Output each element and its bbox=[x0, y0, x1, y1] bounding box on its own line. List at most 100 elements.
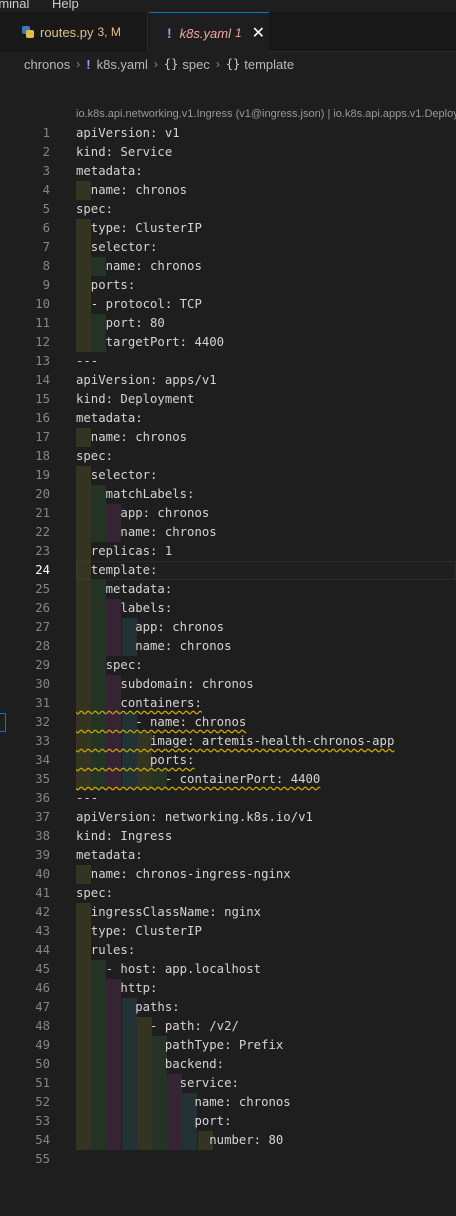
breadcrumb-spec[interactable]: spec bbox=[182, 57, 209, 72]
python-file-icon bbox=[22, 26, 34, 38]
code-line[interactable]: 33 image: artemis-health-chronos-app bbox=[0, 732, 456, 751]
code-text: port: 80 bbox=[76, 316, 165, 330]
code-line[interactable]: 23 replicas: 1 bbox=[0, 542, 456, 561]
code-line[interactable]: 39 metadata: bbox=[0, 846, 456, 865]
code-line[interactable]: 1 apiVersion: v1 bbox=[0, 124, 456, 143]
line-number: 37 bbox=[35, 810, 50, 824]
code-line[interactable]: 53 port: bbox=[0, 1112, 456, 1131]
code-line[interactable]: 52 name: chronos bbox=[0, 1093, 456, 1112]
code-line[interactable]: 22 name: chronos bbox=[0, 523, 456, 542]
code-line[interactable]: 21 app: chronos bbox=[0, 504, 456, 523]
line-number: 49 bbox=[35, 1038, 50, 1052]
code-line[interactable]: 4 name: chronos bbox=[0, 181, 456, 200]
object-icon: {} bbox=[225, 57, 241, 71]
code-line[interactable]: 55 bbox=[0, 1150, 456, 1169]
breadcrumb-folder[interactable]: chronos bbox=[24, 57, 70, 72]
code-text: image: artemis-health-chronos-app bbox=[76, 734, 395, 748]
code-line[interactable]: 12 targetPort: 4400 bbox=[0, 333, 456, 352]
code-line[interactable]: 41 spec: bbox=[0, 884, 456, 903]
chevron-right-icon: › bbox=[215, 57, 220, 71]
line-number: 27 bbox=[35, 620, 50, 634]
code-line[interactable]: 15 kind: Deployment bbox=[0, 390, 456, 409]
line-number: 38 bbox=[35, 829, 50, 843]
code-line[interactable]: 49 pathType: Prefix bbox=[0, 1036, 456, 1055]
code-line[interactable]: 34 ports: bbox=[0, 751, 456, 770]
line-number: 5 bbox=[42, 202, 50, 216]
line-number: 2 bbox=[42, 145, 50, 159]
code-line[interactable]: 10 - protocol: TCP bbox=[0, 295, 456, 314]
code-line[interactable]: 9 ports: bbox=[0, 276, 456, 295]
line-number: 53 bbox=[35, 1114, 50, 1128]
code-line[interactable]: 30 subdomain: chronos bbox=[0, 675, 456, 694]
code-line[interactable]: 14 apiVersion: apps/v1 bbox=[0, 371, 456, 390]
code-line[interactable]: 37 apiVersion: networking.k8s.io/v1 bbox=[0, 808, 456, 827]
code-text: name: chronos bbox=[76, 430, 188, 444]
tab-routes-py[interactable]: routes.py 3, M bbox=[0, 12, 148, 52]
code-line[interactable]: 2 kind: Service bbox=[0, 143, 456, 162]
editor-tab-bar: routes.py 3, M ! k8s.yaml 1 ✕ bbox=[0, 12, 456, 53]
code-text: http: bbox=[76, 981, 158, 995]
code-line[interactable]: 25 metadata: bbox=[0, 580, 456, 599]
line-number: 35 bbox=[35, 772, 50, 786]
code-text: labels: bbox=[76, 601, 173, 615]
code-line[interactable]: 24 template: bbox=[0, 561, 456, 580]
code-line[interactable]: 16 metadata: bbox=[0, 409, 456, 428]
line-number: 40 bbox=[35, 867, 50, 881]
code-text: selector: bbox=[76, 240, 158, 254]
code-line[interactable]: 17 name: chronos bbox=[0, 428, 456, 447]
breadcrumb-file[interactable]: k8s.yaml bbox=[97, 57, 148, 72]
code-line[interactable]: 54 number: 80 bbox=[0, 1131, 456, 1150]
line-number: 12 bbox=[35, 335, 50, 349]
schema-codelens[interactable]: io.k8s.api.networking.v1.Ingress (v1@ing… bbox=[76, 108, 456, 124]
code-text: apiVersion: networking.k8s.io/v1 bbox=[76, 810, 313, 824]
code-line[interactable]: 50 backend: bbox=[0, 1055, 456, 1074]
code-line[interactable]: 35 - containerPort: 4400 bbox=[0, 770, 456, 789]
menu-bar: rminal Help bbox=[0, 0, 456, 12]
code-text: subdomain: chronos bbox=[76, 677, 254, 691]
code-line[interactable]: 31 containers: bbox=[0, 694, 456, 713]
code-line[interactable]: 40 name: chronos-ingress-nginx bbox=[0, 865, 456, 884]
code-line[interactable]: 6 type: ClusterIP bbox=[0, 219, 456, 238]
tab-k8s-yaml[interactable]: ! k8s.yaml 1 ✕ bbox=[149, 12, 269, 53]
yaml-file-icon: ! bbox=[167, 25, 172, 41]
close-icon[interactable]: ✕ bbox=[252, 23, 265, 43]
code-line[interactable]: 13 --- bbox=[0, 352, 456, 371]
chevron-right-icon: › bbox=[153, 57, 158, 71]
code-line[interactable]: 43 type: ClusterIP bbox=[0, 922, 456, 941]
code-line[interactable]: 51 service: bbox=[0, 1074, 456, 1093]
code-line[interactable]: 11 port: 80 bbox=[0, 314, 456, 333]
code-line[interactable]: 29 spec: bbox=[0, 656, 456, 675]
menu-help[interactable]: Help bbox=[52, 0, 79, 10]
code-line[interactable]: 20 matchLabels: bbox=[0, 485, 456, 504]
code-line[interactable]: 19 selector: bbox=[0, 466, 456, 485]
code-line[interactable]: 36 --- bbox=[0, 789, 456, 808]
menu-terminal[interactable]: rminal bbox=[0, 0, 29, 10]
line-number: 33 bbox=[35, 734, 50, 748]
tab-status: 3, M bbox=[97, 25, 121, 39]
code-line[interactable]: 38 kind: Ingress bbox=[0, 827, 456, 846]
code-line[interactable]: 47 paths: bbox=[0, 998, 456, 1017]
code-editor[interactable]: 1 apiVersion: v1 2 kind: Service 3 metadata: 4… bbox=[0, 124, 456, 1169]
code-line[interactable]: 32 - name: chronos bbox=[0, 713, 456, 732]
line-number: 20 bbox=[35, 487, 50, 501]
line-number: 1 bbox=[42, 126, 50, 140]
code-line[interactable]: 27 app: chronos bbox=[0, 618, 456, 637]
code-line[interactable]: 8 name: chronos bbox=[0, 257, 456, 276]
code-line[interactable]: 45 - host: app.localhost bbox=[0, 960, 456, 979]
line-number: 4 bbox=[42, 183, 50, 197]
code-line[interactable]: 5 spec: bbox=[0, 200, 456, 219]
code-line[interactable]: 48 - path: /v2/ bbox=[0, 1017, 456, 1036]
code-line[interactable]: 46 http: bbox=[0, 979, 456, 998]
code-line[interactable]: 44 rules: bbox=[0, 941, 456, 960]
code-line[interactable]: 18 spec: bbox=[0, 447, 456, 466]
code-line[interactable]: 7 selector: bbox=[0, 238, 456, 257]
code-line[interactable]: 26 labels: bbox=[0, 599, 456, 618]
code-line[interactable]: 28 name: chronos bbox=[0, 637, 456, 656]
code-text: spec: bbox=[76, 449, 114, 463]
breadcrumb-template[interactable]: template bbox=[244, 57, 294, 72]
code-line[interactable]: 42 ingressClassName: nginx bbox=[0, 903, 456, 922]
line-number: 42 bbox=[35, 905, 50, 919]
line-number: 6 bbox=[42, 221, 50, 235]
code-line[interactable]: 3 metadata: bbox=[0, 162, 456, 181]
code-text: pathType: Prefix bbox=[76, 1038, 284, 1052]
